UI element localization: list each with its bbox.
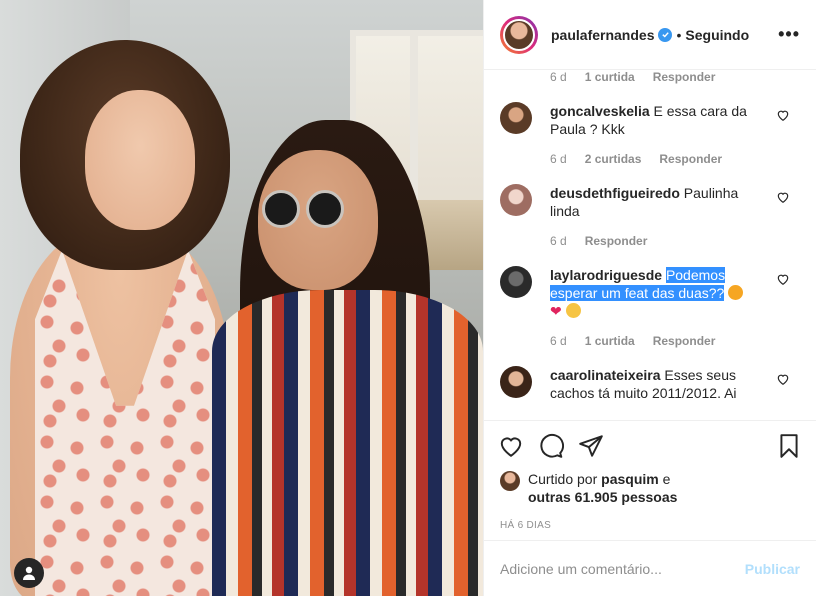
comment-meta: 6 d 2 curtidas Responder xyxy=(550,152,723,166)
likes-count[interactable]: 1 curtida xyxy=(585,70,635,84)
reply-button[interactable]: Responder xyxy=(659,152,722,166)
heart-icon[interactable] xyxy=(776,372,790,386)
list-item: goncalveskelia E essa cara da Paula ? Kk… xyxy=(484,90,816,172)
follow-status-button[interactable]: Seguindo xyxy=(685,27,749,43)
list-item: deusdethfigueiredo Paulinha linda 6 d Re… xyxy=(484,172,816,254)
post-side-panel: paulafernandes • Seguindo ••• 6 d 1 curt… xyxy=(483,0,816,596)
sunglasses-lens xyxy=(306,190,344,228)
post-header: paulafernandes • Seguindo ••• xyxy=(484,0,816,70)
comment-icon[interactable] xyxy=(538,433,564,459)
share-icon[interactable] xyxy=(578,433,604,459)
bookmark-icon[interactable] xyxy=(776,433,802,459)
reply-button[interactable]: Responder xyxy=(653,334,716,348)
user-tag-icon[interactable] xyxy=(14,558,44,588)
verified-icon xyxy=(658,27,673,42)
star-struck-emoji-icon xyxy=(728,285,744,300)
heart-icon[interactable] xyxy=(776,108,790,122)
more-options-icon[interactable]: ••• xyxy=(778,24,800,45)
comment-username[interactable]: deusdethfigueiredo xyxy=(550,185,680,201)
avatar[interactable] xyxy=(500,184,532,216)
comment-username[interactable]: laylarodriguesde xyxy=(550,267,662,283)
post-actions xyxy=(484,420,816,470)
likes-count[interactable]: 1 curtida xyxy=(585,334,635,348)
likes-count[interactable]: 2 curtidas xyxy=(585,152,642,166)
add-comment-bar: Publicar xyxy=(484,540,816,596)
publish-button[interactable]: Publicar xyxy=(745,561,800,577)
avatar[interactable] xyxy=(500,266,532,298)
comment-username[interactable]: goncalveskelia xyxy=(550,103,650,119)
separator-dot: • xyxy=(676,26,682,43)
comment-meta: 6 d 1 curtida Responder xyxy=(550,70,716,84)
thinking-emoji-icon xyxy=(565,303,581,318)
sunglasses-lens xyxy=(262,190,300,228)
reply-button[interactable]: Responder xyxy=(653,70,716,84)
post-timestamp[interactable]: HÁ 6 DIAS xyxy=(484,510,816,540)
person-left-face xyxy=(85,90,195,230)
post-photo[interactable] xyxy=(0,0,483,596)
liker-username[interactable]: pasquim xyxy=(601,471,659,487)
instagram-post: paulafernandes • Seguindo ••• 6 d 1 curt… xyxy=(0,0,816,596)
list-item: caarolinateixeira Esses seus cachos tá m… xyxy=(484,354,816,402)
reply-button[interactable]: Responder xyxy=(585,234,648,248)
comment-username[interactable]: caarolinateixeira xyxy=(550,367,661,383)
heart-icon[interactable] xyxy=(776,272,790,286)
avatar[interactable] xyxy=(500,366,532,398)
heart-icon[interactable] xyxy=(776,190,790,204)
likes-count[interactable]: outras 61.905 pessoas xyxy=(528,489,677,505)
comment-meta: 6 d Responder xyxy=(550,234,648,248)
avatar[interactable] xyxy=(500,471,520,491)
avatar[interactable] xyxy=(500,102,532,134)
heart-icon[interactable] xyxy=(498,433,524,459)
likes-summary: Curtido por pasquim e outras 61.905 pess… xyxy=(484,470,816,510)
comment-input[interactable] xyxy=(500,560,745,577)
comment-meta: 6 d 1 curtida Responder xyxy=(550,334,716,348)
avatar[interactable] xyxy=(500,15,538,54)
list-item: laylarodriguesde Podemos esperar um feat… xyxy=(484,254,816,354)
author-username[interactable]: paulafernandes xyxy=(551,27,654,43)
comments-list[interactable]: 6 d 1 curtida Responder goncalveskelia E… xyxy=(484,70,816,420)
red-heart-emoji-icon: ❤ xyxy=(550,303,562,319)
striped-shirt xyxy=(212,290,483,596)
